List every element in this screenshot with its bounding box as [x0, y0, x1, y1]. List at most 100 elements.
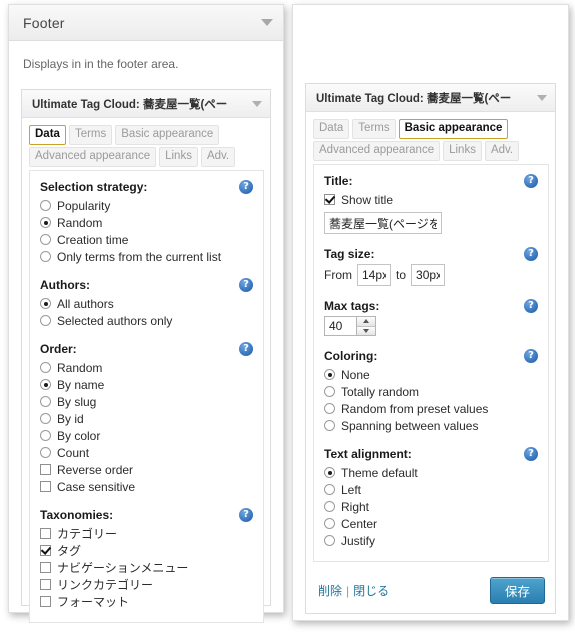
option-row[interactable]: Popularity [40, 197, 253, 214]
option-row[interactable]: Left [324, 481, 538, 498]
option-row[interactable]: ナビゲーションメニュー [40, 559, 253, 576]
option-row[interactable]: タグ [40, 542, 253, 559]
radio-input[interactable] [324, 518, 335, 529]
tag-size-from-input[interactable] [357, 264, 391, 286]
option-row[interactable]: Center [324, 515, 538, 532]
widget-footer-actions: 削除 | 閉じる 保存 [306, 570, 555, 613]
radio-input[interactable] [40, 396, 51, 407]
checkbox-input[interactable] [40, 464, 51, 475]
option-label: タグ [57, 544, 82, 558]
max-tags-input[interactable] [324, 316, 356, 336]
tab-advanced-appearance[interactable]: Advanced appearance [29, 147, 157, 167]
option-row[interactable]: カテゴリー [40, 525, 253, 542]
help-icon[interactable]: ? [524, 247, 538, 261]
checkbox-input[interactable] [40, 545, 51, 556]
widget-header-left[interactable]: Ultimate Tag Cloud: 蕎麦屋一覧(ペー [22, 90, 270, 118]
option-row[interactable]: Theme default [324, 464, 538, 481]
show-title-checkbox-row[interactable]: Show title [324, 191, 538, 208]
radio-input[interactable] [40, 217, 51, 228]
radio-input[interactable] [324, 369, 335, 380]
option-row[interactable]: Count [40, 444, 253, 461]
chevron-down-icon[interactable] [537, 94, 547, 101]
close-link[interactable]: 閉じる [353, 582, 389, 599]
help-icon[interactable]: ? [239, 342, 253, 356]
help-icon[interactable]: ? [524, 174, 538, 188]
option-row[interactable]: By name [40, 376, 253, 393]
option-row[interactable]: Random [40, 359, 253, 376]
help-icon[interactable]: ? [524, 447, 538, 461]
max-tags-stepper[interactable] [324, 316, 376, 336]
option-row[interactable]: By color [40, 427, 253, 444]
widget-header-right[interactable]: Ultimate Tag Cloud: 蕎麦屋一覧(ペー [306, 84, 555, 112]
radio-input[interactable] [40, 315, 51, 326]
tab-adv[interactable]: Adv. [484, 141, 520, 161]
radio-input[interactable] [40, 379, 51, 390]
help-icon[interactable]: ? [524, 349, 538, 363]
title-input[interactable] [324, 212, 442, 234]
show-title-checkbox[interactable] [324, 194, 335, 205]
option-row[interactable]: Reverse order [40, 461, 253, 478]
help-icon[interactable]: ? [524, 299, 538, 313]
option-row[interactable]: All authors [40, 295, 253, 312]
radio-input[interactable] [324, 467, 335, 478]
tab-basic-appearance[interactable]: Basic appearance [398, 119, 509, 139]
option-row[interactable]: Random from preset values [324, 400, 538, 417]
delete-link[interactable]: 削除 [318, 582, 342, 599]
option-row[interactable]: None [324, 366, 538, 383]
tab-terms[interactable]: Terms [352, 119, 396, 139]
option-row[interactable]: リンクカテゴリー [40, 576, 253, 593]
group-order: ? Order: Random By name By slug By id By color… [40, 342, 253, 495]
help-icon[interactable]: ? [239, 508, 253, 522]
tag-size-to-input[interactable] [411, 264, 446, 286]
option-row[interactable]: フォーマット [40, 593, 253, 610]
stepper-up-button[interactable] [357, 317, 375, 326]
footer-accordion-header[interactable]: Footer [9, 5, 283, 41]
option-row[interactable]: Case sensitive [40, 478, 253, 495]
option-row[interactable]: Justify [324, 532, 538, 549]
option-row[interactable]: By id [40, 410, 253, 427]
checkbox-input[interactable] [40, 528, 51, 539]
option-row[interactable]: Creation time [40, 231, 253, 248]
stepper-down-button[interactable] [357, 325, 375, 335]
option-row[interactable]: By slug [40, 393, 253, 410]
tab-panel-data: ? Selection strategy: Popularity Random Crea… [29, 170, 264, 623]
help-icon[interactable]: ? [239, 278, 253, 292]
checkbox-input[interactable] [40, 579, 51, 590]
radio-input[interactable] [324, 420, 335, 431]
tab-links[interactable]: Links [443, 141, 482, 161]
option-row[interactable]: Totally random [324, 383, 538, 400]
tab-advanced-appearance[interactable]: Advanced appearance [313, 141, 441, 161]
radio-input[interactable] [40, 200, 51, 211]
tab-terms[interactable]: Terms [68, 125, 113, 145]
radio-input[interactable] [40, 362, 51, 373]
tab-data[interactable]: Data [29, 125, 66, 145]
radio-input[interactable] [324, 535, 335, 546]
tab-adv[interactable]: Adv. [200, 147, 236, 167]
tab-basic-appearance[interactable]: Basic appearance [115, 125, 220, 145]
checkbox-input[interactable] [40, 596, 51, 607]
option-row[interactable]: Only terms from the current list [40, 248, 253, 265]
help-icon[interactable]: ? [239, 180, 253, 194]
option-row[interactable]: Right [324, 498, 538, 515]
save-button[interactable]: 保存 [489, 577, 545, 604]
radio-input[interactable] [40, 298, 51, 309]
tab-data[interactable]: Data [313, 119, 350, 139]
radio-input[interactable] [324, 484, 335, 495]
radio-input[interactable] [40, 413, 51, 424]
chevron-down-icon[interactable] [252, 100, 262, 107]
option-row[interactable]: Random [40, 214, 253, 231]
radio-input[interactable] [40, 234, 51, 245]
radio-input[interactable] [40, 447, 51, 458]
option-row[interactable]: Spanning between values [324, 417, 538, 434]
radio-input[interactable] [40, 251, 51, 262]
option-row[interactable]: Selected authors only [40, 312, 253, 329]
radio-input[interactable] [324, 386, 335, 397]
tab-links[interactable]: Links [159, 147, 198, 167]
radio-input[interactable] [324, 403, 335, 414]
chevron-down-icon[interactable] [261, 19, 273, 26]
footer-widget-area-panel: Footer Displays in in the footer area. U… [8, 4, 284, 623]
radio-input[interactable] [40, 430, 51, 441]
checkbox-input[interactable] [40, 481, 51, 492]
radio-input[interactable] [324, 501, 335, 512]
checkbox-input[interactable] [40, 562, 51, 573]
